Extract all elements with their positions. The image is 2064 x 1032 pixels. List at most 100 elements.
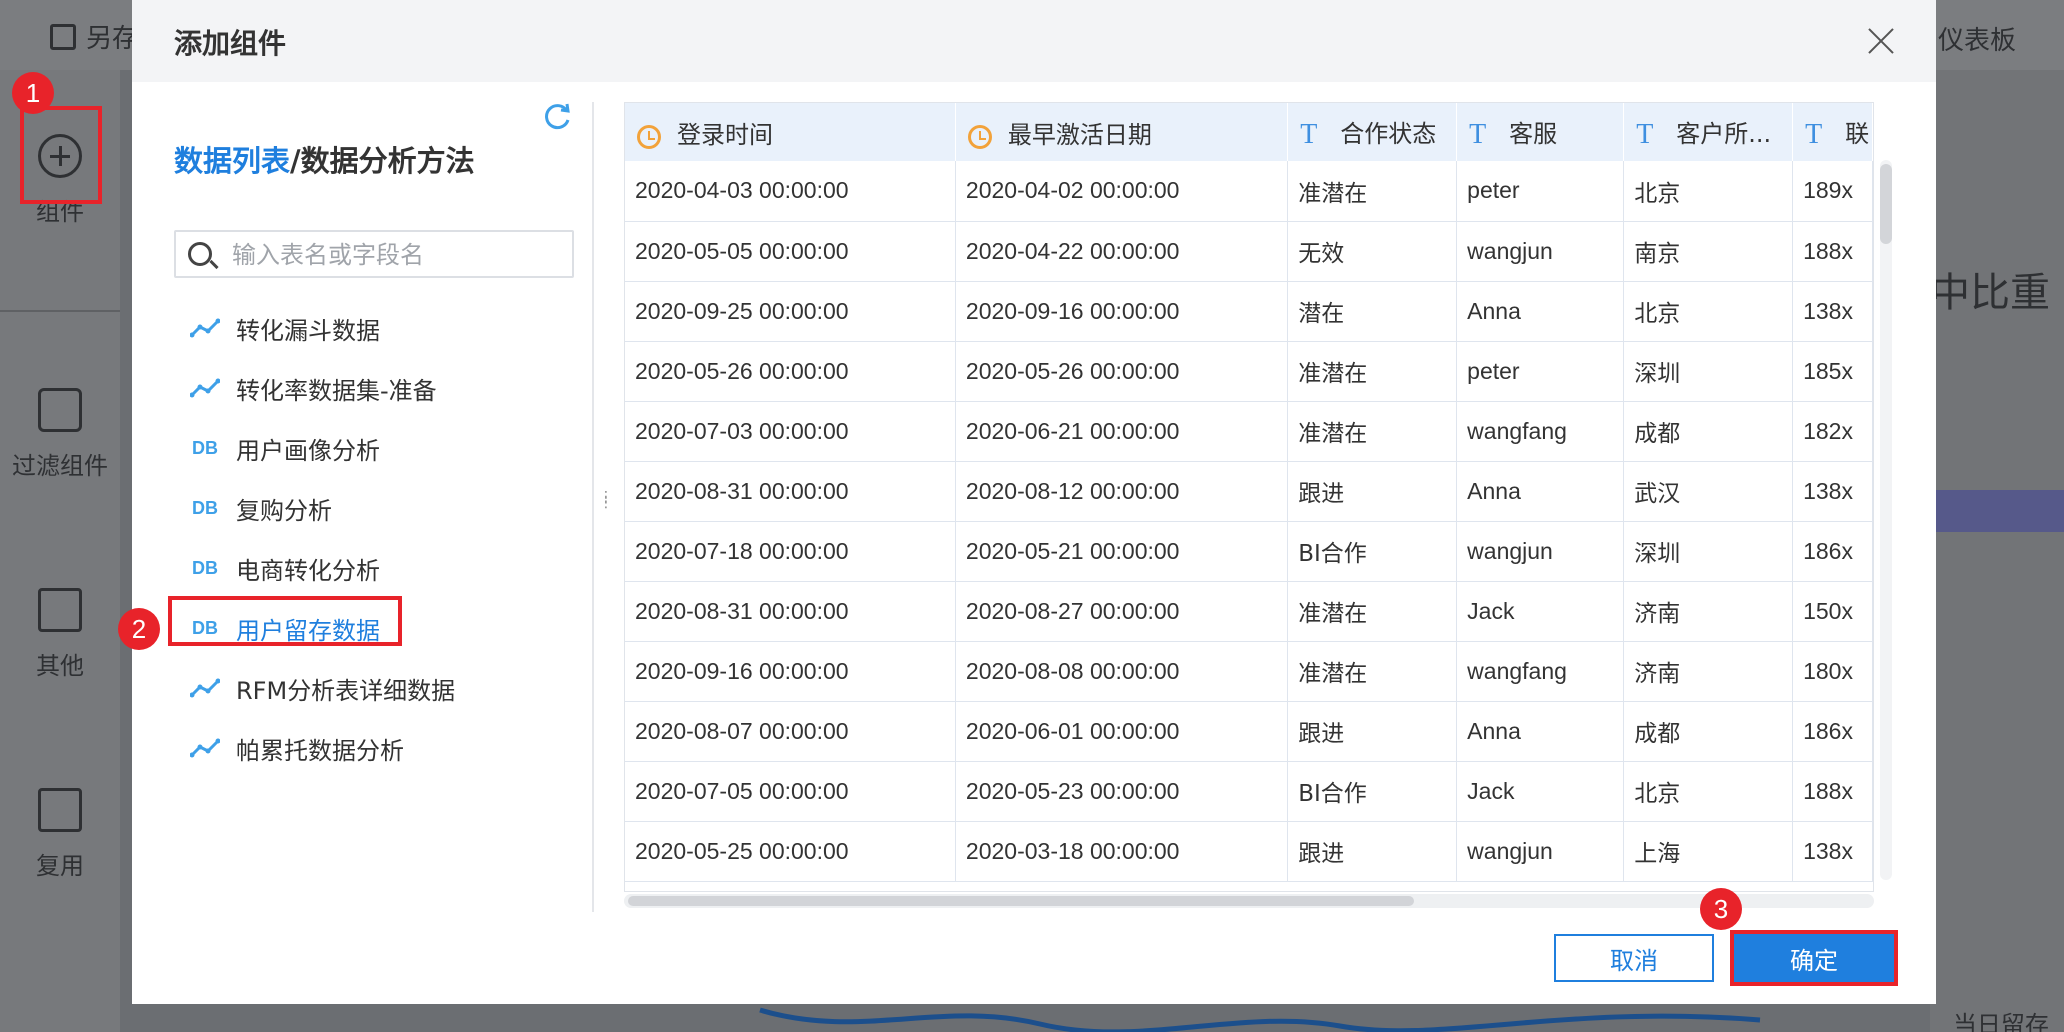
db-icon: DB xyxy=(192,557,218,578)
table-row[interactable]: 2020-08-07 00:00:00 2020-06-01 00:00:00 跟进… xyxy=(625,701,1873,762)
table-cell: 185x xyxy=(1792,341,1873,402)
table-cell: 2020-05-26 00:00:00 xyxy=(955,341,1289,402)
table-row[interactable]: 2020-08-31 00:00:00 2020-08-27 00:00:00 准潜… xyxy=(625,581,1873,642)
analysis-icon xyxy=(188,678,222,698)
table-row[interactable]: 2020-09-16 00:00:00 2020-08-08 00:00:00 准潜… xyxy=(625,641,1873,702)
scroll-thumb[interactable] xyxy=(628,896,1414,906)
table-row[interactable]: 2020-04-03 00:00:00 2020-04-02 00:00:00 准潜… xyxy=(625,161,1873,222)
copy-icon xyxy=(38,788,82,832)
table-cell: 南京 xyxy=(1623,221,1794,282)
dataset-item[interactable]: 转化漏斗数据 xyxy=(188,298,568,358)
dataset-item[interactable]: 帕累托数据分析 xyxy=(188,718,568,778)
table-row[interactable]: 2020-05-05 00:00:00 2020-04-22 00:00:00 无效… xyxy=(625,221,1873,282)
dataset-item[interactable]: DB 复购分析 xyxy=(188,478,568,538)
table-cell: 186x xyxy=(1792,701,1873,762)
table-cell: 2020-04-22 00:00:00 xyxy=(955,221,1289,282)
table-cell: 2020-06-01 00:00:00 xyxy=(955,701,1289,762)
analysis-icon xyxy=(188,378,222,398)
add-component-dialog: 添加组件 数据列表/数据分析方法 转化漏斗数据 转化率数据集-准备 DB xyxy=(132,0,1936,1004)
dataset-list-link[interactable]: 数据列表 xyxy=(174,144,290,178)
search-input[interactable] xyxy=(232,238,562,272)
table-row[interactable]: 2020-08-31 00:00:00 2020-08-12 00:00:00 跟进… xyxy=(625,461,1873,522)
step-badge-3: 3 xyxy=(1700,888,1742,930)
table-cell: 准潜在 xyxy=(1287,161,1458,222)
table-cell: 深圳 xyxy=(1623,521,1794,582)
sidebar-item-reuse[interactable]: 复用 xyxy=(0,788,120,881)
table-cell: wangjun xyxy=(1456,521,1625,582)
table-cell: 180x xyxy=(1792,641,1873,702)
column-header[interactable]: T 客户所... xyxy=(1623,103,1794,161)
sidebar-item-filter[interactable]: 过滤组件 xyxy=(0,388,120,481)
analysis-icon xyxy=(188,738,222,758)
table-row[interactable]: 2020-05-26 00:00:00 2020-05-26 00:00:00 准潜… xyxy=(625,341,1873,402)
close-icon[interactable] xyxy=(1866,26,1896,56)
vertical-scrollbar[interactable] xyxy=(1880,160,1892,880)
analysis-method-label[interactable]: /数据分析方法 xyxy=(290,144,475,178)
column-header[interactable]: T 客服 xyxy=(1456,103,1625,161)
db-icon: DB xyxy=(192,497,218,518)
table-body: 2020-04-03 00:00:00 2020-04-02 00:00:00 准潜… xyxy=(625,161,1873,882)
table-cell: 北京 xyxy=(1623,161,1794,222)
step3-highlight xyxy=(1730,930,1898,986)
table-cell: 跟进 xyxy=(1287,821,1458,882)
text-type-icon: T xyxy=(1805,118,1823,150)
background-canvas-right: 中比重 当日留存率 xyxy=(1930,70,2064,1032)
clock-icon xyxy=(967,124,992,149)
table-cell: Jack xyxy=(1456,581,1625,642)
save-as-button[interactable]: 另存 xyxy=(50,18,138,55)
table-cell: 2020-08-08 00:00:00 xyxy=(955,641,1289,702)
cube-icon xyxy=(38,388,82,432)
table-cell: 2020-04-03 00:00:00 xyxy=(625,161,956,222)
table-cell: 2020-05-05 00:00:00 xyxy=(625,221,956,282)
table-cell: 2020-08-31 00:00:00 xyxy=(625,581,956,642)
table-row[interactable]: 2020-07-05 00:00:00 2020-05-23 00:00:00 BI… xyxy=(625,761,1873,822)
table-cell: 186x xyxy=(1792,521,1873,582)
dataset-item[interactable]: DB 用户画像分析 xyxy=(188,418,568,478)
table-cell: 2020-07-05 00:00:00 xyxy=(625,761,956,822)
table-cell: 188x xyxy=(1792,761,1873,822)
column-header[interactable]: 登录时间 xyxy=(625,103,956,161)
dataset-item[interactable]: RFM分析表详细数据 xyxy=(188,658,568,718)
table-cell: 上海 xyxy=(1623,821,1794,882)
component-sidebar: 组件 过滤组件 其他 复用 xyxy=(0,70,120,1032)
table-cell: 2020-04-02 00:00:00 xyxy=(955,161,1289,222)
table-cell: 北京 xyxy=(1623,761,1794,822)
step-badge-1: 1 xyxy=(12,72,54,114)
table-cell: 无效 xyxy=(1287,221,1458,282)
table-cell: 济南 xyxy=(1623,581,1794,642)
dataset-item[interactable]: 转化率数据集-准备 xyxy=(188,358,568,418)
step2-highlight xyxy=(168,596,402,646)
table-cell: BI合作 xyxy=(1287,761,1458,822)
document-icon xyxy=(38,588,82,632)
table-cell: 跟进 xyxy=(1287,701,1458,762)
table-cell: 2020-08-31 00:00:00 xyxy=(625,461,956,522)
db-icon: DB xyxy=(192,437,218,458)
dataset-item[interactable]: DB 电商转化分析 xyxy=(188,538,568,598)
column-header[interactable]: 最早激活日期 xyxy=(955,103,1289,161)
table-cell: peter xyxy=(1456,341,1625,402)
table-cell: 北京 xyxy=(1623,281,1794,342)
table-cell: 138x xyxy=(1792,281,1873,342)
drag-handle-icon[interactable]: ⋮ ⋮ xyxy=(599,490,613,520)
dashboard-label: 仪表板 xyxy=(1937,26,2016,56)
table-row[interactable]: 2020-07-18 00:00:00 2020-05-21 00:00:00 BI… xyxy=(625,521,1873,582)
column-header[interactable]: T 合作状态 xyxy=(1287,103,1458,161)
dialog-header: 添加组件 xyxy=(132,0,1936,82)
table-cell: wangfang xyxy=(1456,641,1625,702)
table-row[interactable]: 2020-07-03 00:00:00 2020-06-21 00:00:00 准潜… xyxy=(625,401,1873,462)
table-row[interactable]: 2020-09-25 00:00:00 2020-09-16 00:00:00 潜在… xyxy=(625,281,1873,342)
clock-icon xyxy=(637,124,661,149)
column-header[interactable]: T联 xyxy=(1792,103,1873,161)
table-cell: Jack xyxy=(1456,761,1625,822)
table-cell: 2020-07-03 00:00:00 xyxy=(625,401,956,462)
table-cell: 2020-08-12 00:00:00 xyxy=(955,461,1289,522)
table-cell: 182x xyxy=(1792,401,1873,462)
cancel-button[interactable]: 取消 xyxy=(1554,934,1714,982)
table-cell: 2020-08-07 00:00:00 xyxy=(625,701,956,762)
scroll-thumb[interactable] xyxy=(1880,164,1892,244)
table-row[interactable]: 2020-05-25 00:00:00 2020-03-18 00:00:00 跟进… xyxy=(625,821,1873,882)
horizontal-scrollbar[interactable] xyxy=(624,894,1874,908)
table-cell: 2020-06-21 00:00:00 xyxy=(955,401,1289,462)
refresh-icon[interactable] xyxy=(542,102,572,132)
sidebar-item-other[interactable]: 其他 xyxy=(0,588,120,681)
